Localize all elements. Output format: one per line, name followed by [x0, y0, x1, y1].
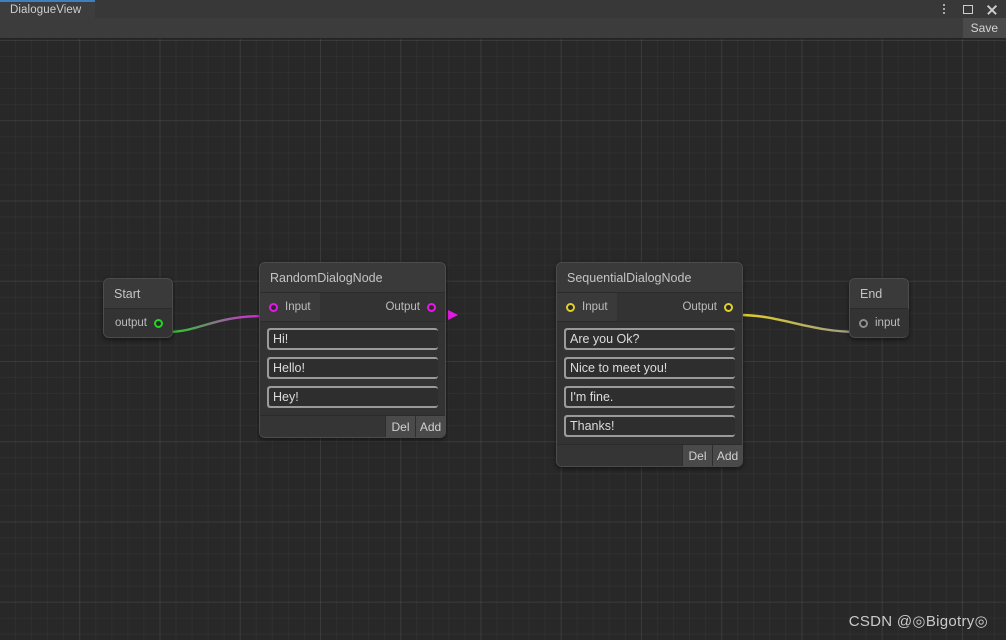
dialog-entry-field[interactable] [564, 386, 735, 408]
dialog-entry-field[interactable] [267, 357, 438, 379]
port-connector-icon[interactable] [859, 318, 868, 328]
port-connector-icon[interactable] [724, 302, 733, 312]
dialog-entry-field[interactable] [564, 328, 735, 350]
dialog-entry-input[interactable] [269, 330, 438, 348]
port-connector-icon[interactable] [154, 318, 163, 328]
port-input[interactable]: Input [260, 293, 320, 321]
save-button[interactable]: Save [962, 18, 1006, 38]
node-footer: Del Add [557, 444, 742, 466]
dialog-entry-field[interactable] [267, 386, 438, 408]
node-title: Start [114, 286, 141, 301]
port-label: input [875, 317, 900, 329]
port-connector-icon[interactable] [269, 302, 278, 312]
dialogue-graph-window: DialogueView Save Start output RandomDia… [0, 0, 1006, 640]
dialog-entry-field[interactable] [564, 415, 735, 437]
node-header: End [850, 279, 908, 309]
port-label: output [115, 317, 147, 329]
node-header: SequentialDialogNode [557, 263, 742, 293]
node-end[interactable]: End input [849, 278, 909, 338]
graph-canvas[interactable]: Start output RandomDialogNode Input Outp… [0, 39, 1006, 640]
node-header: RandomDialogNode [260, 263, 445, 293]
port-output[interactable]: Output [616, 293, 742, 321]
node-ports: output [104, 309, 172, 337]
dialog-entry-list [260, 322, 445, 415]
tab-bar: DialogueView [0, 0, 1006, 18]
node-ports: Input Output [557, 293, 742, 322]
port-input[interactable]: Input [557, 293, 617, 321]
dialog-entry-input[interactable] [566, 417, 735, 435]
node-ports: Input Output [260, 293, 445, 322]
port-output[interactable]: output [104, 309, 172, 337]
tab-label: DialogueView [10, 4, 82, 16]
window-controls [937, 0, 1002, 18]
add-entry-button[interactable]: Add [712, 445, 742, 466]
node-footer: Del Add [260, 415, 445, 437]
delete-entry-button[interactable]: Del [385, 416, 415, 437]
port-connector-icon[interactable] [566, 302, 575, 312]
footer-spacer [260, 416, 385, 437]
node-header: Start [104, 279, 172, 309]
add-entry-button[interactable]: Add [415, 416, 445, 437]
node-random-dialog[interactable]: RandomDialogNode Input Output Hi! Hello!… [259, 262, 446, 438]
dialog-entry-input[interactable] [566, 388, 735, 406]
edge-layer [166, 310, 859, 334]
dialog-entry-field[interactable] [564, 357, 735, 379]
port-label: Input [285, 301, 311, 313]
node-sequential-dialog[interactable]: SequentialDialogNode Input Output Are yo… [556, 262, 743, 467]
delete-entry-button[interactable]: Del [682, 445, 712, 466]
port-input[interactable]: input [850, 309, 909, 337]
node-ports: input [850, 309, 909, 337]
edge-arrow-random-output [448, 310, 458, 320]
node-title: RandomDialogNode [270, 270, 383, 285]
port-label: Input [582, 301, 608, 313]
dialog-entry-list [557, 322, 742, 444]
dialog-entry-field[interactable] [267, 328, 438, 350]
node-start[interactable]: Start output [103, 278, 173, 338]
dialog-entry-input[interactable] [269, 388, 438, 406]
tab-dialogue-view[interactable]: DialogueView [0, 0, 96, 18]
dialog-entry-input[interactable] [566, 330, 735, 348]
watermark: CSDN @◎Bigotry◎ [848, 613, 988, 630]
maximize-icon[interactable] [961, 3, 974, 16]
editor-toolbar: Save [0, 18, 1006, 39]
port-label: Output [385, 301, 420, 313]
node-title: End [860, 286, 883, 301]
node-title: SequentialDialogNode [567, 270, 692, 285]
footer-spacer [557, 445, 682, 466]
edge-sequential-to-end [739, 313, 859, 334]
port-connector-icon[interactable] [427, 302, 436, 312]
dialog-entry-input[interactable] [566, 359, 735, 377]
dialog-entry-input[interactable] [269, 359, 438, 377]
port-label: Output [682, 301, 717, 313]
port-output[interactable]: Output [319, 293, 445, 321]
edge-start-to-random [166, 314, 266, 334]
close-icon[interactable] [985, 3, 998, 16]
kebab-menu-icon[interactable] [937, 3, 950, 16]
